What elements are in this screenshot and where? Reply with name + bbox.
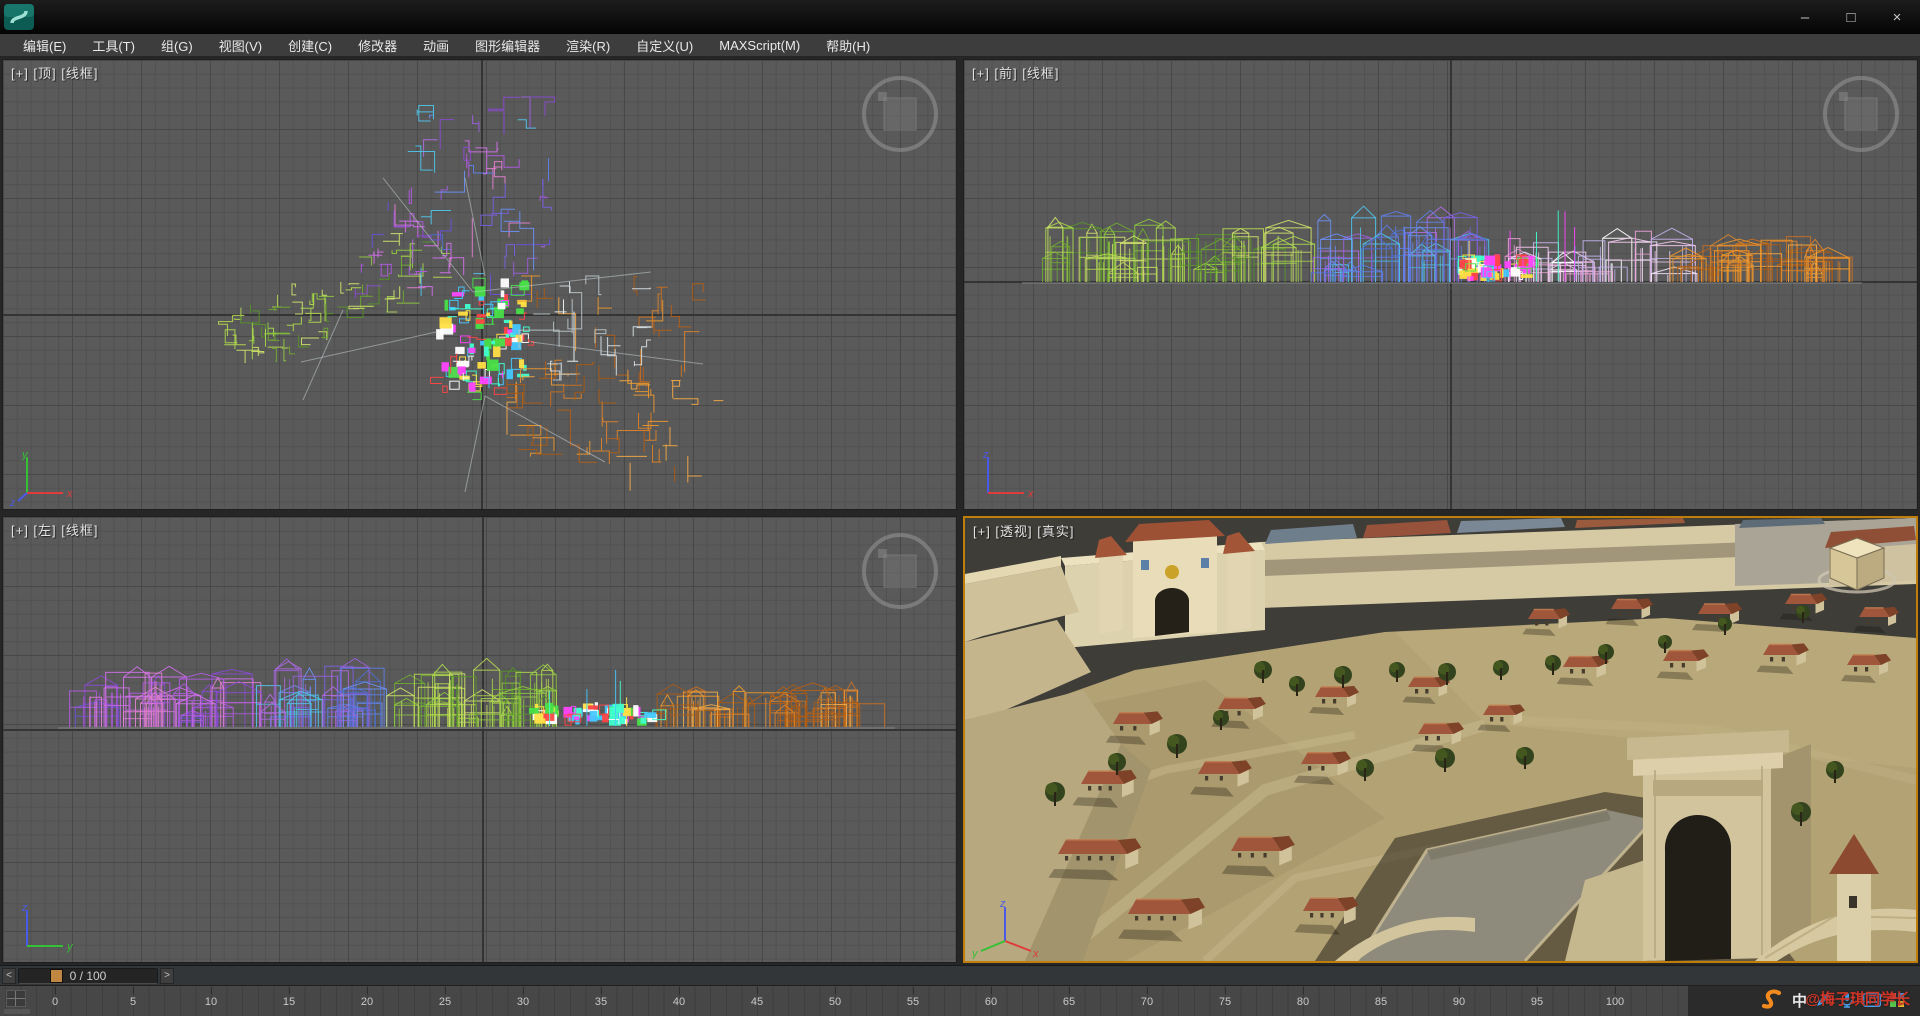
menu-item-rendering[interactable]: 渲染(R) xyxy=(553,34,623,56)
next-frame-button[interactable]: > xyxy=(160,967,174,984)
axis-label-z: z xyxy=(982,449,989,461)
3dsmax-window: – □ × 编辑(E) 工具(T) 组(G) 视图(V) 创建(C) 修改器 动画 图形编辑器… xyxy=(0,0,1920,1016)
viewport-left[interactable]: [+] [左] [线框] z y xyxy=(2,516,957,963)
axis-tripod: y x z xyxy=(9,449,73,507)
viewport-label-front[interactable]: [+] [前] [线框] xyxy=(972,63,1060,82)
current-frame-display[interactable]: 0 / 100 xyxy=(18,967,158,984)
viewcube[interactable] xyxy=(858,72,942,156)
ruler-tick-label: 65 xyxy=(1062,987,1076,1008)
axis-label-y: y xyxy=(971,948,979,959)
axis-label-x: x xyxy=(1032,948,1039,959)
ruler-tick-label: 30 xyxy=(516,987,530,1008)
3dsmax-taskbar-icon[interactable] xyxy=(1760,988,1784,1012)
menu-item-customize[interactable]: 自定义(U) xyxy=(623,34,706,56)
ruler-tick-label: 85 xyxy=(1374,987,1388,1008)
ruler-tick-label: 95 xyxy=(1530,987,1544,1008)
menu-item-group[interactable]: 组(G) xyxy=(148,34,206,56)
ruler-tick-label: 90 xyxy=(1452,987,1466,1008)
axis-tripod: z x y xyxy=(971,898,1039,959)
menu-item-help[interactable]: 帮助(H) xyxy=(813,34,883,56)
ruler-tick-label: 75 xyxy=(1218,987,1232,1008)
minimize-button[interactable]: – xyxy=(1782,0,1828,34)
viewport-area: [+] [顶] [线框] y x z [+] [前] [线框] z x [+] … xyxy=(0,57,1920,965)
ruler-tick-label: 15 xyxy=(282,987,296,1008)
viewport-label-perspective[interactable]: [+] [透视] [真实] xyxy=(973,521,1075,540)
ruler-tick-label: 5 xyxy=(129,987,137,1008)
ruler-tick-label: 70 xyxy=(1140,987,1154,1008)
axis-label-x: x xyxy=(1027,488,1034,500)
viewport-perspective-active[interactable]: [+] [透视] [真实] z x y xyxy=(963,516,1918,963)
axis-label-y: y xyxy=(66,941,74,953)
ruler-tick-label: 80 xyxy=(1296,987,1310,1008)
time-slider-row: < 0 / 100 > xyxy=(0,965,1920,985)
menu-item-maxscript[interactable]: MAXScript(M) xyxy=(706,34,813,56)
menu-item-modifiers[interactable]: 修改器 xyxy=(345,34,410,56)
window-controls: – □ × xyxy=(1782,0,1920,34)
axis-tripod: z x xyxy=(982,449,1034,500)
viewport-label-left[interactable]: [+] [左] [线框] xyxy=(11,520,99,539)
maxscript-mini-listener-icon[interactable] xyxy=(6,990,26,1007)
viewport-top[interactable]: [+] [顶] [线框] y x z xyxy=(2,59,957,510)
axis-tripod: z y xyxy=(21,902,74,953)
perspective-scene[interactable] xyxy=(965,518,1916,961)
viewport-label-top[interactable]: [+] [顶] [线框] xyxy=(11,63,99,82)
ruler-tick-label: 20 xyxy=(360,987,374,1008)
viewcube[interactable] xyxy=(1812,530,1902,610)
title-bar: – □ × xyxy=(0,0,1920,34)
ruler-tick-label: 100 xyxy=(1605,987,1625,1008)
menu-item-create[interactable]: 创建(C) xyxy=(275,34,345,56)
axis-label-z: z xyxy=(999,898,1006,910)
ruler-tick-label: 25 xyxy=(438,987,452,1008)
watermark-text: @梅子琪同学长 xyxy=(1805,991,1910,1008)
wireframe-front-view xyxy=(1022,205,1862,289)
menu-item-views[interactable]: 视图(V) xyxy=(206,34,275,56)
ruler-tick-label: 40 xyxy=(672,987,686,1008)
wireframe-left-view xyxy=(58,657,895,729)
menu-item-animation[interactable]: 动画 xyxy=(410,34,462,56)
maximize-button[interactable]: □ xyxy=(1828,0,1874,34)
wireframe-top-view xyxy=(218,96,724,493)
menu-item-edit[interactable]: 编辑(E) xyxy=(10,34,79,56)
menu-item-tools[interactable]: 工具(T) xyxy=(79,34,148,56)
3dsmax-app-logo-icon[interactable] xyxy=(0,0,38,34)
viewport-front[interactable]: [+] [前] [线框] z x xyxy=(963,59,1918,510)
ruler-tick-label: 10 xyxy=(204,987,218,1008)
viewcube[interactable] xyxy=(1819,72,1903,156)
close-button[interactable]: × xyxy=(1874,0,1920,34)
axis-label-z: z xyxy=(21,902,28,914)
axis-label-z: z xyxy=(9,498,15,507)
statusbar-mini-bar xyxy=(4,1009,30,1014)
time-ruler[interactable]: 0 5 10 15 20 25 30 35 40 45 50 55 60 65 70 75 80 85 90 95 10… xyxy=(0,985,1688,1016)
time-slider-handle[interactable] xyxy=(50,969,63,983)
ruler-tick-label: 60 xyxy=(984,987,998,1008)
ruler-tick-label: 50 xyxy=(828,987,842,1008)
ruler-tick-label: 35 xyxy=(594,987,608,1008)
ruler-tick-label: 55 xyxy=(906,987,920,1008)
ruler-tick-label: 0 xyxy=(51,987,59,1008)
previous-frame-button[interactable]: < xyxy=(2,967,16,984)
menu-item-graph-editors[interactable]: 图形编辑器 xyxy=(462,34,553,56)
ruler-tick-label: 45 xyxy=(750,987,764,1008)
axis-label-x: x xyxy=(66,488,73,500)
viewcube[interactable] xyxy=(858,529,942,613)
menu-bar: 编辑(E) 工具(T) 组(G) 视图(V) 创建(C) 修改器 动画 图形编辑器 渲染(R) 自… xyxy=(0,34,1920,57)
